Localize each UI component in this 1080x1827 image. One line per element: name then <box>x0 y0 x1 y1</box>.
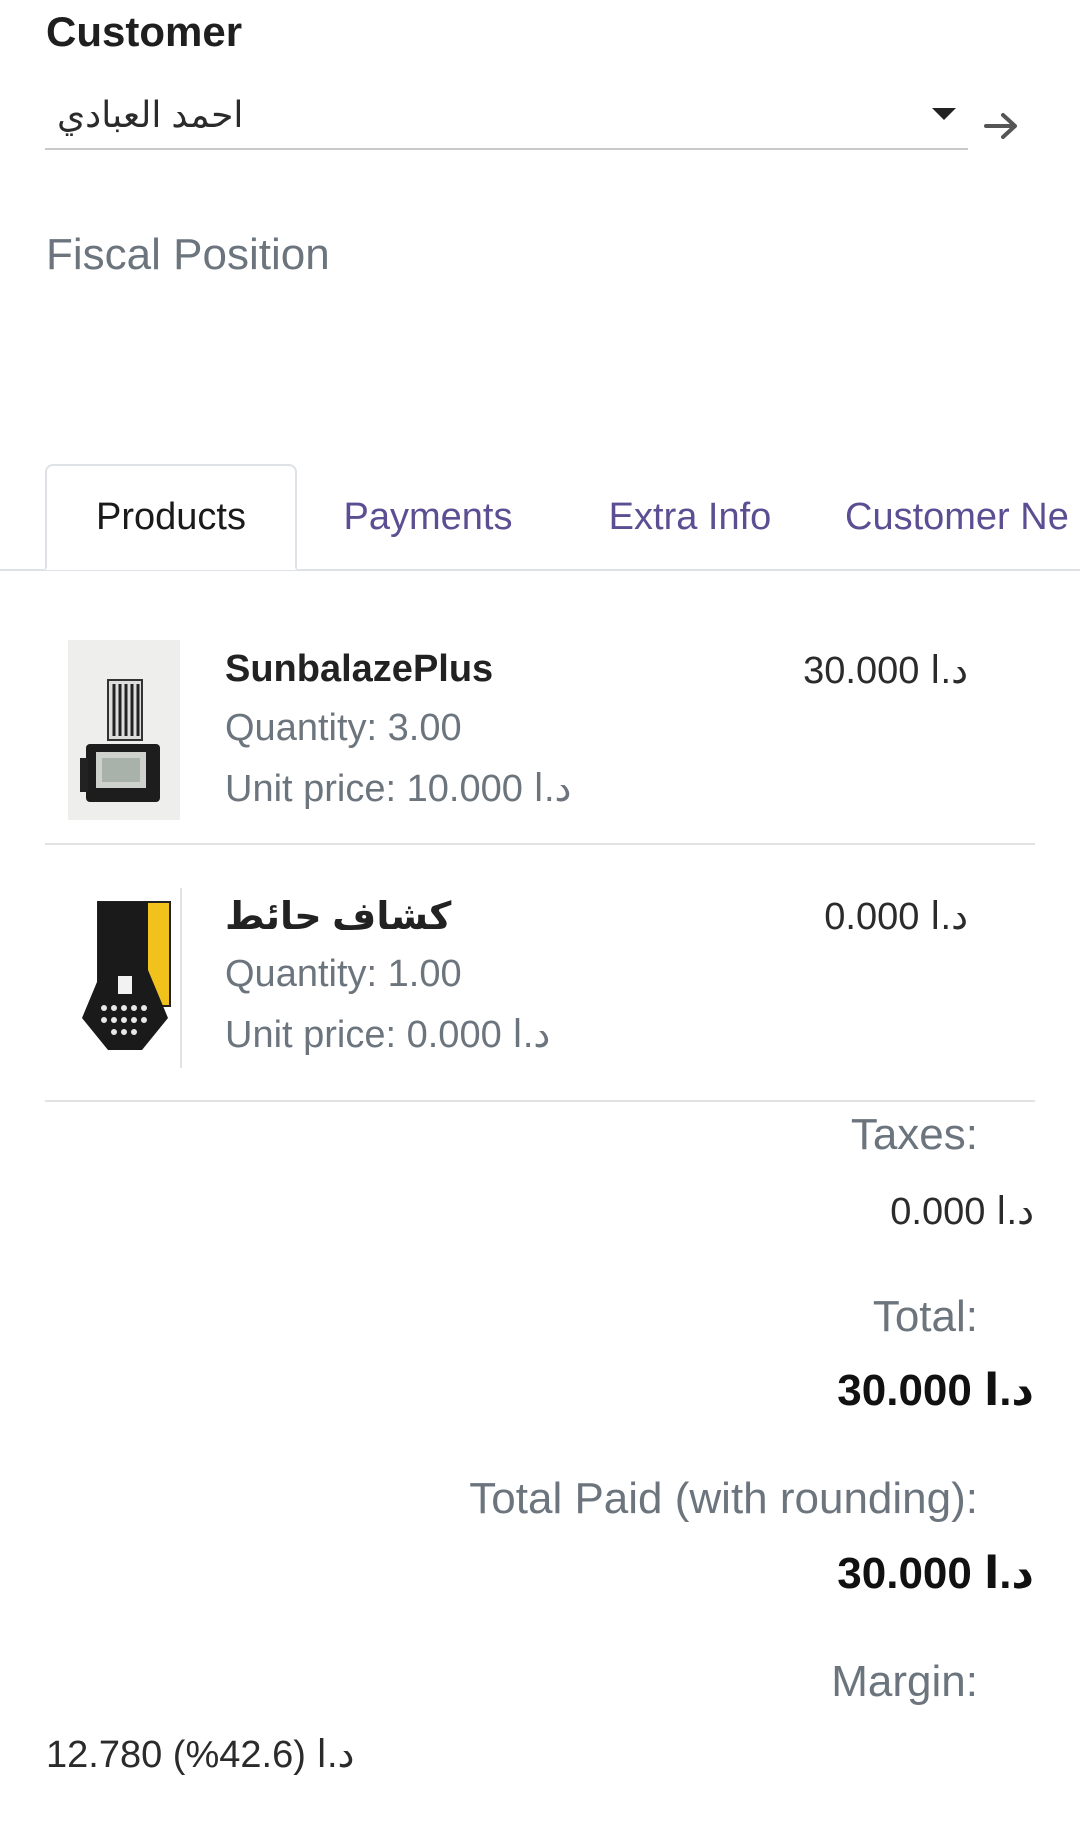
line-quantity: Quantity: 3.00 <box>225 707 462 749</box>
tab-payments[interactable]: Payments <box>322 464 534 570</box>
product-image <box>68 640 180 820</box>
chevron-down-icon <box>932 108 956 120</box>
total-label: Total: <box>872 1292 978 1341</box>
margin-value: 12.780 د.ا (42.6%) <box>46 1734 355 1776</box>
line-product-name[interactable]: كشاف حائط <box>225 894 451 939</box>
line-product-name[interactable]: SunbalazePlus <box>225 648 493 691</box>
tab-customer-note[interactable]: Customer Ne <box>845 464 1069 570</box>
margin-label: Margin: <box>831 1657 978 1706</box>
line-unit-price: Unit price: 0.000 د.ا <box>225 1014 551 1056</box>
line-subtotal: 0.000 د.ا <box>824 896 968 938</box>
line-quantity: Quantity: 1.00 <box>225 953 462 995</box>
product-image <box>68 888 182 1068</box>
tab-extra-info[interactable]: Extra Info <box>590 464 790 570</box>
line-subtotal: 30.000 د.ا <box>803 650 968 692</box>
customer-label: Customer <box>46 8 243 55</box>
customer-select[interactable]: احمد العبادي <box>45 84 968 150</box>
total-paid-value: 30.000 د.ا <box>837 1549 1034 1598</box>
line-divider <box>45 843 1035 845</box>
total-value: 30.000 د.ا <box>837 1366 1034 1415</box>
taxes-label: Taxes: <box>850 1110 978 1159</box>
line-divider <box>45 1100 1035 1102</box>
total-paid-label: Total Paid (with rounding): <box>469 1474 978 1523</box>
line-unit-price: Unit price: 10.000 د.ا <box>225 768 572 810</box>
tab-products[interactable]: Products <box>45 464 297 570</box>
open-customer-arrow-icon[interactable] <box>980 104 1024 148</box>
customer-value: احمد العبادي <box>57 94 244 135</box>
taxes-value: 0.000 د.ا <box>890 1191 1034 1233</box>
fiscal-position-label: Fiscal Position <box>46 230 330 279</box>
